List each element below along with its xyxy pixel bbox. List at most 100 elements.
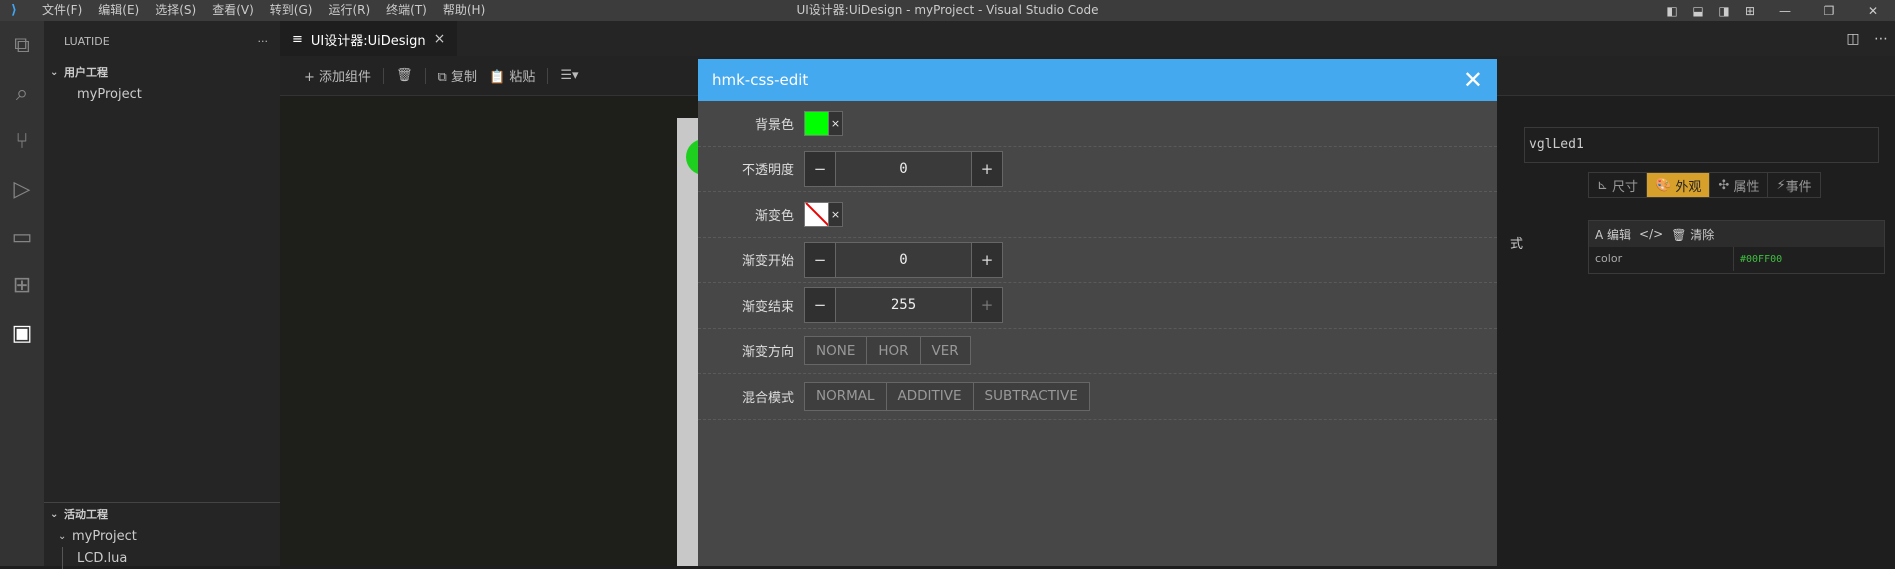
style-label: 式 [1510,237,1524,252]
source-control-icon[interactable]: ⑂ [0,117,44,165]
code-icon[interactable]: </> [1639,227,1663,241]
increment-button[interactable]: + [972,152,1002,186]
run-debug-icon[interactable]: ▷ [0,165,44,213]
customize-layout-icon[interactable]: ⊞ [1737,4,1763,18]
edit-style-button[interactable]: A 编辑 [1595,226,1631,243]
opacity-input[interactable]: 0 [835,151,972,186]
delete-icon[interactable]: 🗑 [396,68,413,83]
menu-selection[interactable]: 选择(S) [147,0,204,21]
menu-file[interactable]: 文件(F) [34,0,90,21]
option-ver[interactable]: VER [921,337,970,364]
opacity-row: 不透明度 − 0 + [698,147,1497,192]
menu-terminal[interactable]: 终端(T) [378,0,435,21]
align-menu-icon[interactable]: ☰▾ [560,68,578,83]
vscode-logo-icon: ⟩ [11,3,17,18]
activity-bar: ⧉ ⌕ ⑂ ▷ ▭ ⊞ ▣ [0,21,44,566]
active-project-section[interactable]: ⌄ 活动工程 [44,503,280,525]
extensions-icon[interactable]: ⊞ [0,261,44,309]
css-edit-dialog: hmk-css-edit ✕ 背景色 × 不透明度 − 0 + 渐变色 × 渐变… [698,59,1497,566]
restore-button[interactable]: ❐ [1807,4,1851,18]
more-actions-icon[interactable]: ··· [258,35,269,48]
user-project-section[interactable]: ⌄ 用户工程 [44,61,280,83]
explorer-icon[interactable]: ⧉ [0,21,44,69]
decrement-button[interactable]: − [805,152,835,186]
split-editor-icon[interactable]: ◫ [1839,31,1867,47]
screen-preview [677,118,699,566]
properties-panel: vglLed1 ⊾ 尺寸 🎨 外观 ✣ 属性 ⚡ 事件 式 A 编辑 </> 🗑 … [1490,97,1895,566]
increment-button[interactable]: + [972,288,1002,322]
close-tab-icon[interactable]: × [434,31,446,47]
tree-item-label: myProject [72,528,137,544]
more-actions-icon[interactable]: ⋯ [1867,31,1895,47]
search-icon[interactable]: ⌕ [0,69,44,117]
menu-help[interactable]: 帮助(H) [435,0,493,21]
toggle-secondary-sidebar-icon[interactable]: ◨ [1711,4,1737,18]
option-subtractive[interactable]: SUBTRACTIVE [974,383,1089,410]
remote-explorer-icon[interactable]: ▭ [0,213,44,261]
add-component-button[interactable]: + 添加组件 [304,66,371,85]
clear-style-button[interactable]: 🗑 清除 [1671,226,1714,243]
menu-run[interactable]: 运行(R) [320,0,378,21]
tab-uidesign[interactable]: ≡ UI设计器:UiDesign × [280,21,458,56]
tree-item-label: myProject [77,86,142,102]
tab-appearance[interactable]: 🎨 外观 [1647,173,1711,197]
bg-color-swatch[interactable] [804,110,829,136]
grad-end-row: 渐变结束 − 255 + [698,283,1497,329]
sidebar-header: LUATIDE ··· [44,21,280,61]
style-table: A 编辑 </> 🗑 清除 color #00FF00 [1588,220,1885,274]
menu-view[interactable]: 查看(V) [204,0,262,21]
grad-dir-row: 渐变方向 NONE HOR VER [698,329,1497,374]
window-controls: ◧ ⬓ ◨ ⊞ — ❐ ✕ [1659,0,1895,21]
increment-button[interactable]: + [972,243,1002,277]
option-none[interactable]: NONE [805,337,868,365]
tab-events[interactable]: ⚡ 事件 [1768,173,1819,197]
chevron-down-icon: ⌄ [50,508,59,520]
palette-icon: 🎨 [1655,177,1672,193]
tab-attributes[interactable]: ✣ 属性 [1710,173,1769,197]
decrement-button[interactable]: − [805,243,835,277]
grad-start-stepper: − 0 + [804,241,1003,278]
grad-end-input[interactable]: 255 [835,288,972,323]
title-bar: ⟩ 文件(F) 编辑(E) 选择(S) 查看(V) 转到(G) 运行(R) 终端… [0,0,1895,21]
tree-item-myproject[interactable]: myProject [44,83,280,105]
toggle-sidebar-icon[interactable]: ◧ [1659,4,1685,18]
paste-button[interactable]: 📋 粘贴 [489,66,535,85]
blend-mode-row: 混合模式 NORMAL ADDITIVE SUBTRACTIVE [698,374,1497,420]
divider [424,67,426,84]
tree-item-active-project[interactable]: ⌄ myProject [44,525,280,547]
property-tabs: ⊾ 尺寸 🎨 外观 ✣ 属性 ⚡ 事件 [1588,172,1821,198]
preview-icon: ≡ [292,31,303,47]
grad-color-swatch[interactable] [804,201,829,227]
grad-start-input[interactable]: 0 [835,242,972,277]
component-name-input[interactable]: vglLed1 [1524,127,1879,163]
option-hor[interactable]: HOR [867,337,921,365]
decrement-button[interactable]: − [805,288,835,322]
option-additive[interactable]: ADDITIVE [887,382,974,410]
edit-label: 编辑 [1607,227,1632,242]
field-label: 不透明度 [741,163,794,179]
table-row: color #00FF00 [1589,247,1884,271]
ruler-icon: ⊾ [1597,177,1608,193]
copy-button[interactable]: ⧉ 复制 [438,66,477,85]
menu-go[interactable]: 转到(G) [262,0,321,21]
luatide-chip-icon[interactable]: ▣ [0,309,44,357]
copy-label: 复制 [450,70,477,85]
grad-end-stepper: − 255 + [804,287,1003,324]
tab-size[interactable]: ⊾ 尺寸 [1589,173,1648,197]
clear-label: 清除 [1690,227,1715,242]
field-label: 渐变方向 [741,345,794,361]
toggle-panel-icon[interactable]: ⬓ [1685,4,1711,18]
close-window-button[interactable]: ✕ [1851,4,1895,18]
minimize-button[interactable]: — [1763,4,1807,18]
option-normal[interactable]: NORMAL [805,382,887,410]
close-icon[interactable]: ✕ [1463,68,1483,92]
clear-bg-color-button[interactable]: × [829,110,843,136]
field-label: 混合模式 [741,390,794,406]
prop-key: color [1589,247,1734,271]
clear-grad-color-button[interactable]: × [829,201,843,227]
menu-edit[interactable]: 编辑(E) [90,0,147,21]
divider [383,67,385,84]
divider [547,67,549,84]
tab-label: 属性 [1733,179,1760,195]
style-table-header: A 编辑 </> 🗑 清除 [1589,221,1884,247]
